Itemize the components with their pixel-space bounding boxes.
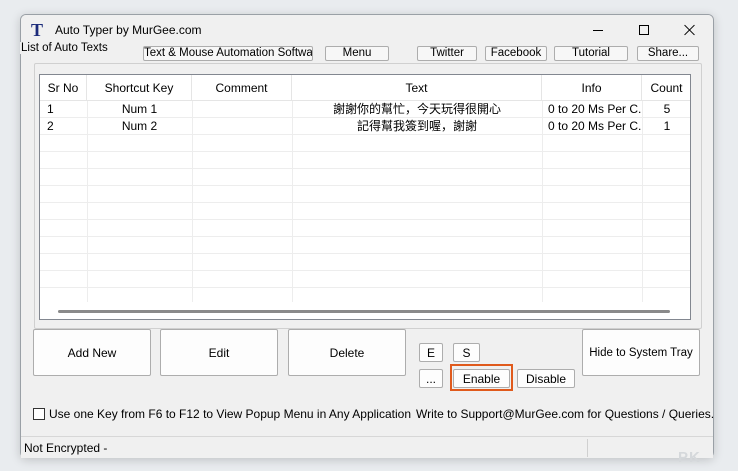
pk-watermark: PK [678,449,701,466]
window-title: Auto Typer by MurGee.com [55,23,202,37]
e-button[interactable]: E [419,343,443,362]
cell-shortcut-key: Num 2 [121,119,158,133]
empty-row [40,186,690,203]
empty-row [40,135,690,152]
empty-row [40,271,690,288]
share-button[interactable]: Share... [637,46,699,61]
cell-text: 謝謝你的幫忙，今天玩得很開心 [332,102,501,116]
hide-to-system-tray-button[interactable]: Hide to System Tray [582,329,700,376]
cell-sr-no: 2 [47,119,54,133]
popup-menu-checkbox[interactable] [33,408,45,420]
title-bar: T Auto Typer by MurGee.com [21,15,713,45]
support-text: Write to Support@MurGee.com for Question… [416,407,715,421]
cell-count: 1 [663,119,671,133]
popup-menu-option[interactable]: Use one Key from F6 to F12 to View Popup… [33,407,411,421]
maximize-icon [639,25,649,35]
maximize-button[interactable] [621,15,667,45]
table-row[interactable]: 1 Num 1 謝謝你的幫忙，今天玩得很開心 0 to 20 Ms Per C.… [40,101,690,118]
popup-menu-checkbox-label: Use one Key from F6 to F12 to View Popup… [49,407,411,421]
menu-button[interactable]: Menu [325,46,389,61]
empty-row [40,237,690,254]
cell-comment [192,118,292,135]
cell-sr-no: 1 [47,102,54,116]
app-icon: T [31,20,44,40]
cell-text: 記得幫我簽到喔，謝謝 [356,119,477,133]
tutorial-button[interactable]: Tutorial [554,46,628,61]
status-separator [587,439,588,457]
cell-info: 0 to 20 Ms Per C... [548,102,642,116]
col-sr-no[interactable]: Sr No [40,75,87,101]
cell-count: 5 [663,102,671,116]
group-label: List of Auto Texts [20,42,109,54]
empty-row [40,152,690,169]
automation-software-button[interactable]: Text & Mouse Automation Software [143,46,313,61]
edit-button[interactable]: Edit [160,329,278,376]
disable-button[interactable]: Disable [517,369,575,388]
more-button[interactable]: ... [419,369,443,388]
cell-comment [192,101,292,118]
col-count[interactable]: Count [642,75,690,101]
close-icon [684,24,696,36]
status-bar: Not Encrypted - [21,436,713,458]
table-row[interactable]: 2 Num 2 記得幫我簽到喔，謝謝 0 to 20 Ms Per C... 1 [40,118,690,135]
horizontal-scrollbar[interactable] [40,302,690,319]
minimize-button[interactable] [575,15,621,45]
cell-shortcut-key: Num 1 [121,102,158,116]
empty-row [40,203,690,220]
empty-row [40,254,690,271]
enable-highlight-box [450,364,513,391]
s-button[interactable]: S [453,343,480,362]
close-button[interactable] [667,15,713,45]
list-header: Sr No Shortcut Key Comment Text Info Cou… [40,75,690,101]
empty-row [40,220,690,237]
cell-info: 0 to 20 Ms Per C... [548,119,642,133]
col-info[interactable]: Info [542,75,642,101]
delete-button[interactable]: Delete [288,329,406,376]
facebook-button[interactable]: Facebook [485,46,547,61]
minimize-icon [593,29,603,31]
add-new-button[interactable]: Add New [33,329,151,376]
twitter-button[interactable]: Twitter [417,46,477,61]
scrollbar-thumb[interactable] [58,310,670,313]
col-text[interactable]: Text [292,75,542,101]
auto-text-list[interactable]: Sr No Shortcut Key Comment Text Info Cou… [39,74,691,320]
status-text: Not Encrypted - [24,441,108,455]
col-shortcut-key[interactable]: Shortcut Key [87,75,192,101]
empty-row [40,169,690,186]
col-comment[interactable]: Comment [192,75,292,101]
